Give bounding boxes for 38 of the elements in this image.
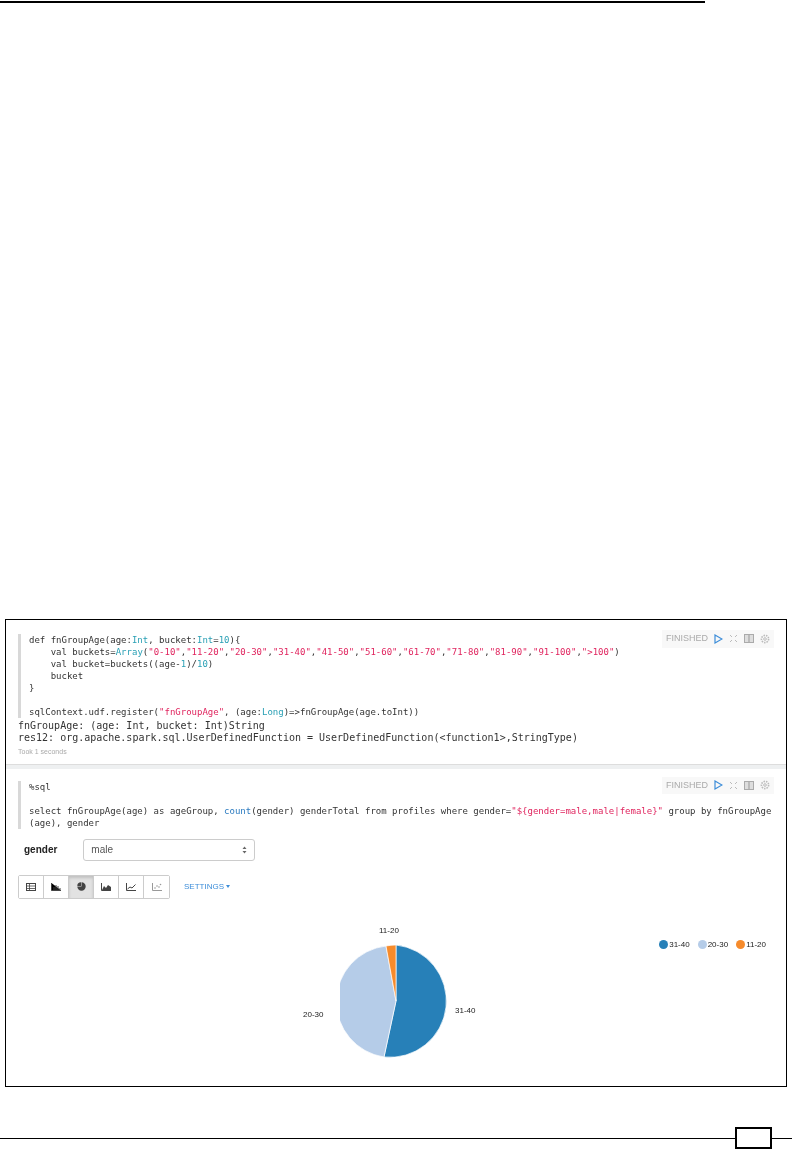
slice-label: 11-20 [379,924,399,937]
table-icon [26,882,36,891]
pie-chart-icon [76,882,86,891]
code-line: val bucket=buckets((age-1)/10) [49,658,214,670]
code-line: (age), gender [29,816,100,829]
code-line: def fnGroupAge(age:Int, bucket:Int=10){ [29,634,241,646]
legend-label: 31-40 [669,938,690,951]
book-icon[interactable] [744,780,754,790]
expand-icon[interactable] [729,780,738,790]
form-label: gender [24,843,58,857]
output-line: fnGroupAge: (age: Int, bucket: Int)String [18,720,266,732]
scatter-chart-icon [151,882,162,891]
settings-icon[interactable] [760,780,770,791]
code-line: } [29,682,35,694]
chart-type-button[interactable] [19,875,44,898]
status-label: FINISHED [666,632,708,645]
settings-icon[interactable] [760,633,770,644]
run-icon[interactable] [714,633,723,644]
code-line: bucket [49,670,84,682]
chart-type-button[interactable] [69,875,94,898]
settings-dropdown[interactable]: SETTINGS [184,880,230,893]
slice-label: 20-30 [303,1008,324,1021]
code-line: val buckets=Array("0-10","11-20","20-30","31-40","41-50","51-60","61-70","71-80","81-90","91-100",">100") [49,646,620,658]
select-arrows-icon [242,845,248,854]
slice-label: 31-40 [455,1004,476,1017]
book-icon[interactable] [744,634,754,644]
code-line: sqlContext.udf.register("fnGroupAge", (age:Long)=>fnGroupAge(age.toInt)) [29,706,420,718]
code-line: select fnGroupAge(age) as ageGroup, count(gender) genderTotal from profiles where gender="${gender=male,male|female}" group by fnGroupAge [29,804,772,817]
gender-select[interactable]: male [83,838,256,861]
legend-label: 11-20 [746,938,766,951]
expand-icon[interactable] [729,634,738,644]
legend-label: 20-30 [707,938,729,951]
run-icon[interactable] [714,780,723,791]
output-line: res12: org.apache.spark.sql.UserDefinedFunction = UserDefinedFunction(<function1>,StringType) [18,732,579,744]
line-chart-icon [126,882,136,891]
status-label: FINISHED [666,778,708,792]
code-line: %sql [29,780,51,793]
area-chart-icon [101,882,111,891]
